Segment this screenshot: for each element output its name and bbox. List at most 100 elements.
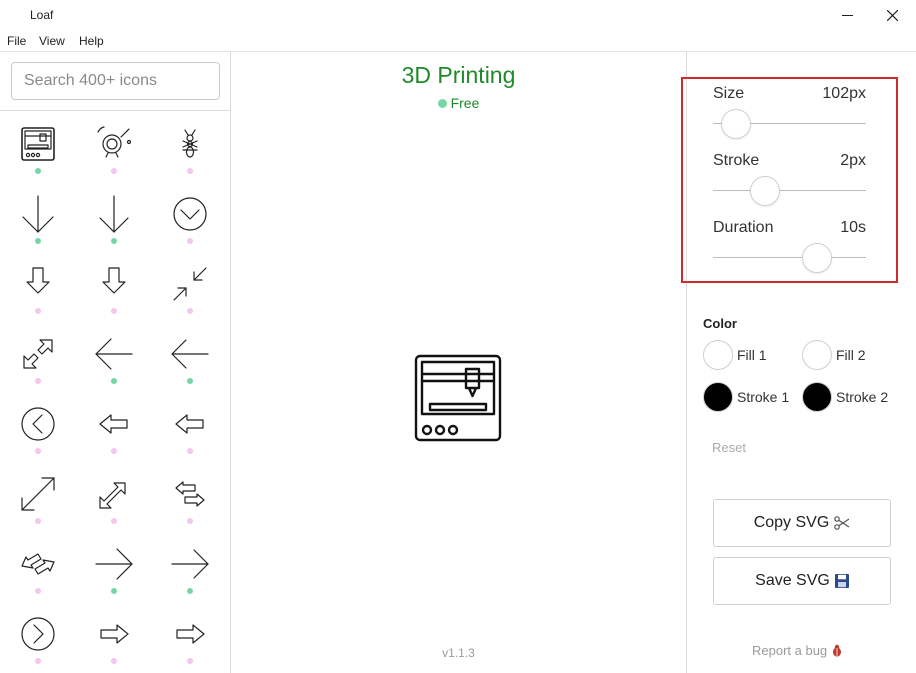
pro-dot-icon <box>35 518 41 524</box>
stroke-2-swatch[interactable]: Stroke 2 <box>802 382 888 412</box>
menu-view[interactable]: View <box>39 34 65 48</box>
fill-1-label: Fill 1 <box>737 347 767 363</box>
icon-list-item[interactable] <box>0 182 76 252</box>
settings-panel: Size 102px Stroke 2px Duration 10s Color… <box>686 52 916 673</box>
free-dot-icon <box>111 378 117 384</box>
arrow-down-thin-icon <box>99 195 129 233</box>
free-dot-icon <box>111 238 117 244</box>
version-label: v1.1.3 <box>442 646 475 660</box>
icon-list-item[interactable] <box>152 602 228 672</box>
arrow-left-circle-icon <box>21 407 55 441</box>
floppy-disk-icon <box>834 574 849 588</box>
search-input[interactable] <box>11 62 220 100</box>
arrow-left-outline-icon <box>99 414 128 434</box>
arrows-expand-diagonal-icon <box>21 477 55 511</box>
report-bug-label: Report a bug <box>752 643 828 658</box>
arrows-swap-outline-icon <box>175 481 205 507</box>
reset-link[interactable]: Reset <box>712 440 746 455</box>
stroke-1-label: Stroke 1 <box>737 389 790 405</box>
scissors-icon <box>834 516 850 530</box>
menu-help[interactable]: Help <box>79 34 104 48</box>
free-dot-icon <box>187 588 193 594</box>
arrow-down-circle-icon <box>173 197 207 231</box>
pro-dot-icon <box>35 378 41 384</box>
fill-1-color[interactable] <box>703 340 733 370</box>
stroke-slider-track[interactable] <box>713 190 866 191</box>
copy-svg-button[interactable]: Copy SVG <box>713 499 891 547</box>
arrows-collapse-diagonal-icon <box>173 267 207 301</box>
pro-dot-icon <box>111 168 117 174</box>
3d-printer-icon <box>21 127 55 161</box>
stroke-2-color[interactable] <box>802 382 832 412</box>
pro-dot-icon <box>111 658 117 664</box>
duration-slider-track[interactable] <box>713 257 866 258</box>
menu-file[interactable]: File <box>7 34 26 48</box>
icon-list-item[interactable] <box>76 112 152 182</box>
stroke-slider-thumb[interactable] <box>750 176 781 206</box>
save-svg-label: Save SVG <box>755 572 830 589</box>
icon-list-item[interactable] <box>0 462 76 532</box>
arrow-down-icon <box>22 195 54 233</box>
icon-title: 3D Printing <box>401 62 516 88</box>
arrow-right-outline-alt-icon <box>176 624 205 644</box>
arrow-right-icon <box>95 548 133 580</box>
stroke-1-color[interactable] <box>703 382 733 412</box>
arrows-expand-diagonal-outline-icon <box>23 339 53 369</box>
duration-value: 10s <box>840 219 866 236</box>
free-dot-icon <box>187 378 193 384</box>
pro-dot-icon <box>187 308 193 314</box>
arrow-double-diagonal-outline-icon <box>99 482 126 509</box>
icon-list-item[interactable] <box>76 532 152 602</box>
icon-list-item[interactable] <box>0 322 76 392</box>
arrow-left-thin-icon <box>171 339 209 369</box>
icon-list-item[interactable] <box>76 462 152 532</box>
pro-dot-icon <box>35 588 41 594</box>
pro-dot-icon <box>187 168 193 174</box>
pro-dot-icon <box>187 238 193 244</box>
menu-bar: File View Help <box>0 30 916 52</box>
icon-list-item[interactable] <box>0 252 76 322</box>
icon-list-item[interactable] <box>76 392 152 462</box>
icon-list-item[interactable] <box>76 322 152 392</box>
duration-label: Duration <box>713 219 774 236</box>
free-dot-icon <box>437 99 447 108</box>
icon-list-item[interactable] <box>0 602 76 672</box>
free-dot-icon <box>35 238 41 244</box>
3d-printer-preview-icon <box>414 354 502 442</box>
arrow-left-icon <box>95 338 133 370</box>
maximize-button-hit[interactable] <box>823 0 869 30</box>
stroke-2-label: Stroke 2 <box>836 389 889 405</box>
pro-dot-icon <box>111 448 117 454</box>
icon-list-item[interactable] <box>0 392 76 462</box>
icon-list-item[interactable] <box>152 112 228 182</box>
icon-list-item[interactable] <box>76 182 152 252</box>
arrow-left-outline-alt-icon <box>175 414 204 434</box>
icon-list-item[interactable] <box>152 532 228 602</box>
icon-list-item[interactable] <box>152 392 228 462</box>
icon-list-item[interactable] <box>0 532 76 602</box>
close-icon <box>886 9 898 21</box>
pro-dot-icon <box>187 448 193 454</box>
stroke-1-swatch[interactable]: Stroke 1 <box>703 382 789 412</box>
size-label: Size <box>713 85 745 102</box>
alarm-bell-icon <box>97 126 132 158</box>
pro-dot-icon <box>187 658 193 664</box>
icon-list-item[interactable] <box>152 252 228 322</box>
icon-list-item[interactable] <box>0 112 76 182</box>
close-button[interactable] <box>869 0 915 30</box>
icon-list-item[interactable] <box>152 182 228 252</box>
size-slider-thumb[interactable] <box>720 109 751 139</box>
icon-list-item[interactable] <box>152 462 228 532</box>
report-bug-link[interactable]: Report a bug <box>752 643 843 658</box>
icon-sidebar <box>0 52 231 673</box>
stroke-label: Stroke <box>713 152 760 169</box>
icon-list-item[interactable] <box>152 322 228 392</box>
save-svg-button[interactable]: Save SVG <box>713 557 891 605</box>
icon-list-item[interactable] <box>76 252 152 322</box>
duration-slider-thumb[interactable] <box>802 243 833 273</box>
icon-list-item[interactable] <box>76 602 152 672</box>
arrow-right-thin-icon <box>171 549 209 579</box>
fill-2-color[interactable] <box>802 340 832 370</box>
fill-2-swatch[interactable]: Fill 2 <box>802 340 866 370</box>
fill-1-swatch[interactable]: Fill 1 <box>703 340 767 370</box>
